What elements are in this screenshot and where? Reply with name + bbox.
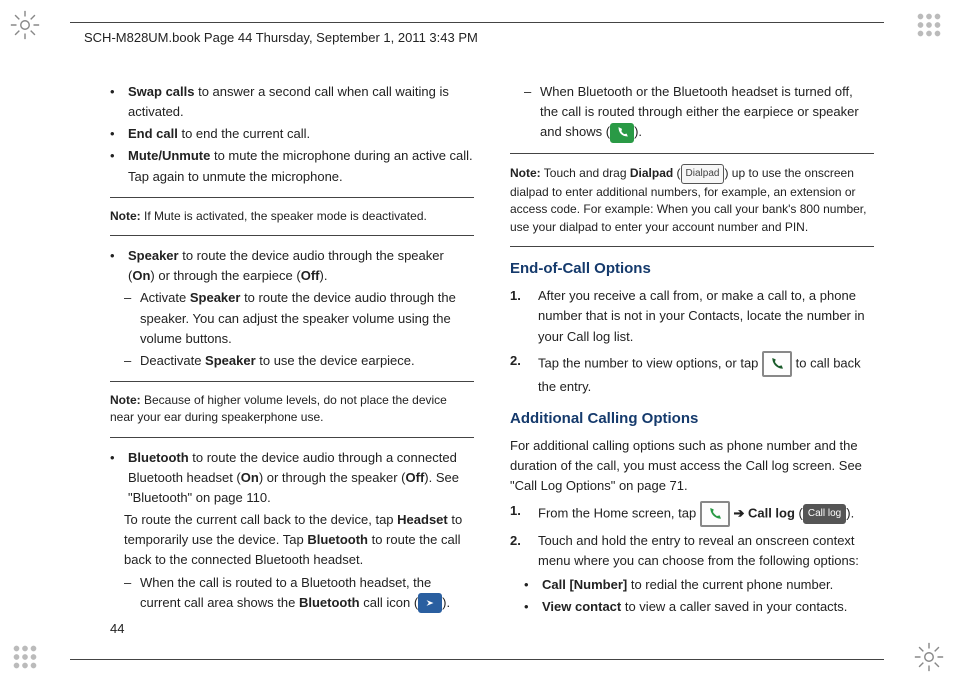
heading-additional-calling: Additional Calling Options	[510, 407, 874, 430]
text: Mute/Unmute to mute the microphone durin…	[128, 146, 474, 186]
text: View contact to view a caller saved in y…	[542, 597, 847, 617]
page: SCH-M828UM.book Page 44 Thursday, Septem…	[0, 0, 954, 682]
call-log-badge-icon: Call log	[803, 504, 846, 524]
phone-call-icon	[610, 123, 634, 143]
text: Bluetooth to route the device audio thro…	[128, 448, 474, 508]
text: For additional calling options such as p…	[510, 436, 874, 496]
text: Swap calls to answer a second call when …	[128, 82, 474, 122]
column-left: •Swap calls to answer a second call when…	[110, 80, 474, 622]
bluetooth-call-icon	[418, 593, 442, 613]
note: Note: If Mute is activated, the speaker …	[110, 208, 474, 225]
footer-rule	[70, 659, 884, 660]
text: Activate Speaker to route the device aud…	[140, 288, 474, 348]
dialpad-badge-icon: Dialpad	[681, 164, 725, 184]
call-icon	[762, 351, 792, 377]
header-rule	[70, 22, 884, 23]
heading-end-of-call: End-of-Call Options	[510, 257, 874, 280]
text: Touch and hold the entry to reveal an on…	[538, 531, 874, 571]
content-columns: •Swap calls to answer a second call when…	[110, 80, 874, 622]
text: Call [Number] to redial the current phon…	[542, 575, 833, 595]
phone-app-icon	[700, 501, 730, 527]
page-number: 44	[110, 621, 124, 636]
text: When Bluetooth or the Bluetooth headset …	[540, 82, 874, 143]
text: From the Home screen, tap ➔ Call log (Ca…	[538, 501, 854, 527]
text: Speaker to route the device audio throug…	[128, 246, 474, 286]
text: When the call is routed to a Bluetooth h…	[140, 573, 474, 614]
corner-ornament-icon	[912, 640, 946, 674]
corner-ornament-icon	[8, 8, 42, 42]
text: Deactivate Speaker to use the device ear…	[140, 351, 415, 371]
note: Note: Touch and drag Dialpad (Dialpad) u…	[510, 164, 874, 236]
corner-ornament-icon	[8, 640, 42, 674]
note: Note: Because of higher volume levels, d…	[110, 392, 474, 427]
text: End call to end the current call.	[128, 124, 310, 144]
corner-ornament-icon	[912, 8, 946, 42]
text: To route the current call back to the de…	[124, 510, 474, 570]
text: Tap the number to view options, or tap t…	[538, 351, 874, 397]
column-right: –When Bluetooth or the Bluetooth headset…	[510, 80, 874, 622]
running-header: SCH-M828UM.book Page 44 Thursday, Septem…	[84, 30, 478, 45]
text: After you receive a call from, or make a…	[538, 286, 874, 346]
